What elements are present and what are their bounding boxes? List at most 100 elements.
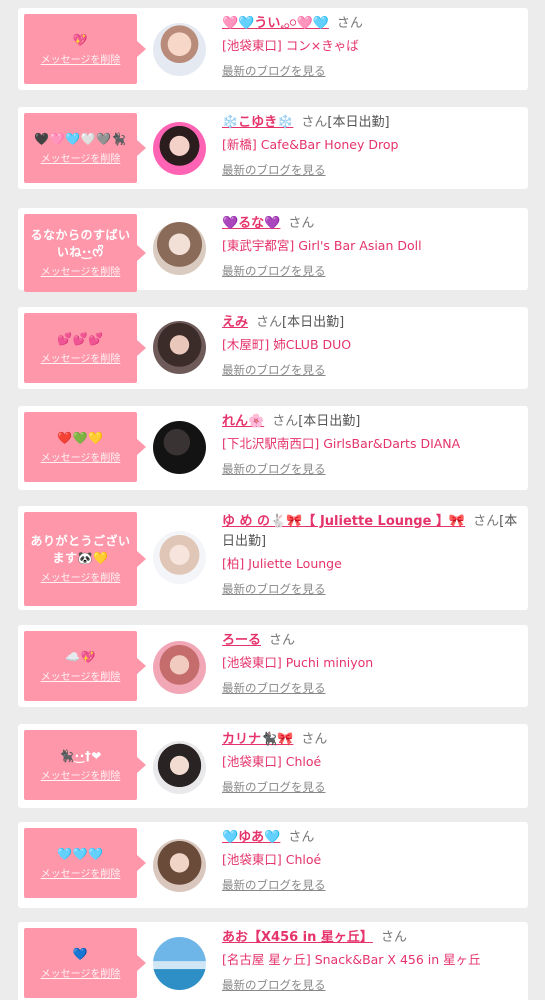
name-line: ゆ め の🐇🎀【 Juliette Lounge 】🎀 さん[本日出勤] [222,512,522,552]
cast-name-link[interactable]: えみ [222,315,248,330]
delete-message-link[interactable]: メッセージを削除 [41,354,121,366]
message-bubble: 💖 メッセージを削除 [24,14,146,84]
cast-name-link[interactable]: れん🌸 [222,414,264,429]
avatar[interactable] [153,641,206,694]
latest-blog-link[interactable]: 最新のブログを見る [222,581,326,597]
shop-name: [柏] Juliette Lounge [222,556,342,571]
honorific: さん [269,633,296,648]
message-card: 💖 メッセージを削除 🩷🩵うい𓈒𓂂𓏸🩷🩵 さん [池袋東口] コン×きゃば 最新のブログを… [18,8,528,90]
cast-name-link[interactable]: 💜るな💜 [222,216,280,231]
message-text: 🩵🩵🩵 [57,846,104,861]
honorific: さん [301,732,328,747]
cast-name-link[interactable]: 🩵ゆあ🩵 [222,830,280,845]
avatar[interactable] [153,937,206,990]
name-line: あお【X456 in 星ヶ丘】 さん [222,928,522,948]
avatar[interactable] [153,321,206,374]
cast-name-link[interactable]: ゆ め の🐇🎀【 Juliette Lounge 】🎀 [222,514,465,529]
latest-blog-link[interactable]: 最新のブログを見る [222,461,326,477]
honorific: さん [256,315,283,330]
shop-name: [東武宇都宮] Girl's Bar Asian Doll [222,238,422,253]
delete-message-link[interactable]: メッセージを削除 [41,453,121,465]
shop-name: [池袋東口] Chloé [222,852,322,867]
cast-name-link[interactable]: ろーる [222,633,261,648]
message-card: ありがとうございます🐼💛 メッセージを削除 ゆ め の🐇🎀【 Juliette Lo… [18,506,528,610]
name-line: カリナ🐈‍⬛🎀 さん [222,730,522,750]
name-line: ❄️こゆき❄️ さん[本日出勤] [222,113,522,133]
latest-blog-link[interactable]: 最新のブログを見る [222,63,326,79]
name-line: えみ さん[本日出勤] [222,313,522,333]
message-card: 💙 メッセージを削除 あお【X456 in 星ヶ丘】 さん [名古屋 星ヶ丘] Snac… [18,922,528,1000]
latest-blog-link[interactable]: 最新のブログを見る [222,680,326,696]
message-bubble: 🩵🩵🩵 メッセージを削除 [24,828,146,898]
message-bubble: るなからのすばいいね·͜·ᰔᩚ メッセージを削除 [24,214,146,292]
honorific: さん [336,16,363,31]
delete-message-link[interactable]: メッセージを削除 [41,573,121,585]
delete-message-link[interactable]: メッセージを削除 [41,771,121,783]
avatar[interactable] [153,839,206,892]
name-line: ろーる さん [222,631,522,651]
delete-message-link[interactable]: メッセージを削除 [41,55,121,67]
delete-message-link[interactable]: メッセージを削除 [41,969,121,981]
avatar[interactable] [153,122,206,175]
latest-blog-link[interactable]: 最新のブログを見る [222,362,326,378]
name-line: 💜るな💜 さん [222,214,522,234]
cast-name-link[interactable]: あお【X456 in 星ヶ丘】 [222,930,373,945]
message-bubble: 🖤🩷🩵🤍🩶🐈‍⬛ メッセージを削除 [24,113,146,183]
message-bubble: 💕💕💕 メッセージを削除 [24,313,146,383]
shop-name: [池袋東口] コン×きゃば [222,38,359,53]
cast-info: カリナ🐈‍⬛🎀 さん [池袋東口] Chloé 最新のブログを見る [222,730,522,795]
message-card: ☁️💖 メッセージを削除 ろーる さん [池袋東口] Puchi miniyon 最新のブ… [18,625,528,707]
latest-blog-link[interactable]: 最新のブログを見る [222,162,326,178]
message-bubble: ❤️💚💛 メッセージを削除 [24,412,146,482]
cast-info: れん🌸 さん[本日出勤] [下北沢駅南西口] GirlsBar&Darts DIAN… [222,412,522,477]
name-line: れん🌸 さん[本日出勤] [222,412,522,432]
work-status: [本日出勤] [298,414,361,429]
honorific: さん [301,115,328,130]
latest-blog-link[interactable]: 最新のブログを見る [222,779,326,795]
avatar[interactable] [153,222,206,275]
cast-name-link[interactable]: ❄️こゆき❄️ [222,115,293,130]
cast-name-link[interactable]: 🩷🩵うい𓈒𓂂𓏸🩷🩵 [222,16,329,31]
message-bubble: ☁️💖 メッセージを削除 [24,631,146,701]
message-list: 💖 メッセージを削除 🩷🩵うい𓈒𓂂𓏸🩷🩵 さん [池袋東口] コン×きゃば 最新のブログを… [0,0,545,1000]
message-text: ありがとうございます🐼💛 [30,534,131,565]
latest-blog-link[interactable]: 最新のブログを見る [222,877,326,893]
delete-message-link[interactable]: メッセージを削除 [41,672,121,684]
cast-info: ❄️こゆき❄️ さん[本日出勤] [新橋] Cafe&Bar Honey Drop 最… [222,113,522,178]
cast-info: 🩵ゆあ🩵 さん [池袋東口] Chloé 最新のブログを見る [222,828,522,893]
avatar[interactable] [153,741,206,794]
message-bubble: 🐈‍⬛·͜·†❤ メッセージを削除 [24,730,146,800]
avatar[interactable] [153,531,206,584]
latest-blog-link[interactable]: 最新のブログを見る [222,263,326,279]
message-bubble: 💙 メッセージを削除 [24,928,146,998]
shop-name: [池袋東口] Puchi miniyon [222,655,374,670]
cast-name-link[interactable]: カリナ🐈‍⬛🎀 [222,732,293,747]
message-text: 🖤🩷🩵🤍🩶🐈‍⬛ [34,131,127,146]
avatar[interactable] [153,421,206,474]
delete-message-link[interactable]: メッセージを削除 [41,267,121,279]
message-text: 💕💕💕 [57,331,104,346]
message-bubble: ありがとうございます🐼💛 メッセージを削除 [24,512,146,606]
honorific: さん [272,414,299,429]
shop-name: [池袋東口] Chloé [222,754,322,769]
honorific: さん [288,216,315,231]
message-card: るなからのすばいいね·͜·ᰔᩚ メッセージを削除 💜るな💜 さん [東武宇都宮] Gir… [18,208,528,292]
cast-info: ゆ め の🐇🎀【 Juliette Lounge 】🎀 さん[本日出勤] [柏] J… [222,512,522,597]
honorific: さん [380,930,407,945]
shop-name: [木屋町] 姉CLUB DUO [222,337,352,352]
cast-info: えみ さん[本日出勤] [木屋町] 姉CLUB DUO 最新のブログを見る [222,313,522,378]
shop-name: [下北沢駅南西口] GirlsBar&Darts DIANA [222,436,461,451]
message-card: 🐈‍⬛·͜·†❤ メッセージを削除 カリナ🐈‍⬛🎀 さん [池袋東口] Chloé 最新の… [18,724,528,808]
delete-message-link[interactable]: メッセージを削除 [41,869,121,881]
honorific: さん [288,830,315,845]
message-text: るなからのすばいいね·͜·ᰔᩚ [30,228,131,259]
message-text: 💖 [72,32,89,47]
message-card: 🖤🩷🩵🤍🩶🐈‍⬛ メッセージを削除 ❄️こゆき❄️ さん[本日出勤] [新橋] Cafe… [18,107,528,189]
message-card: ❤️💚💛 メッセージを削除 れん🌸 さん[本日出勤] [下北沢駅南西口] GirlsBa… [18,406,528,490]
message-text: ☁️💖 [65,649,96,664]
work-status: [本日出勤] [282,315,345,330]
work-status: [本日出勤] [327,115,390,130]
avatar[interactable] [153,23,206,76]
delete-message-link[interactable]: メッセージを削除 [41,154,121,166]
latest-blog-link[interactable]: 最新のブログを見る [222,977,326,993]
